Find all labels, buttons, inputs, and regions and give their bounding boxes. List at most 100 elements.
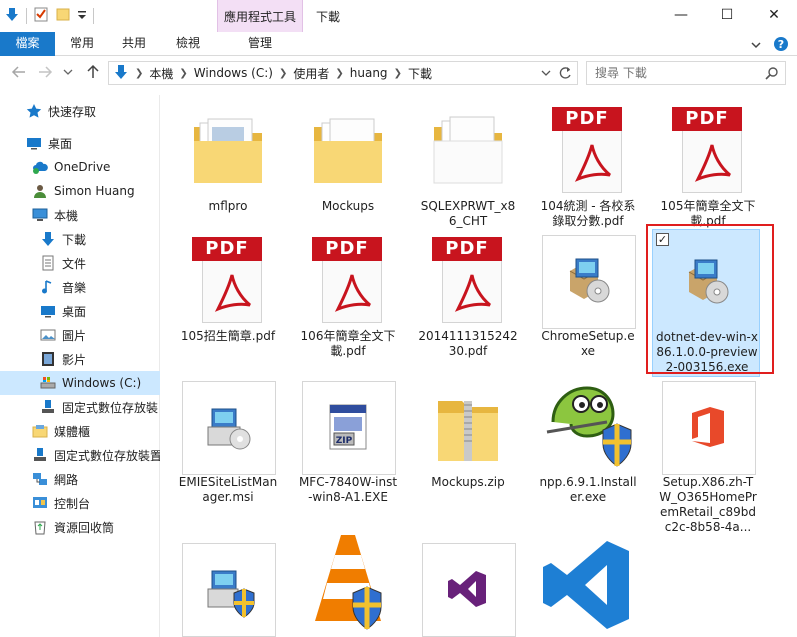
zip-exe-icon: ZIP <box>302 381 394 473</box>
file-item-mfc-exe[interactable]: ZIP MFC-7840W-inst-win8-A1.EXE <box>296 375 400 523</box>
sidebar-item-windows-c[interactable]: Windows (C:) <box>0 371 160 395</box>
file-name: SQLEXPRWT_x86_CHT <box>420 199 516 228</box>
sidebar-item-videos[interactable]: 影片 <box>0 347 160 371</box>
breadcrumb-windows-c[interactable]: Windows (C:) <box>194 66 273 80</box>
quick-access-toolbar <box>4 6 94 25</box>
file-item-msi-shield[interactable] <box>176 537 280 637</box>
forward-button[interactable] <box>36 64 54 82</box>
sidebar-item-recycle-bin[interactable]: 資源回收筒 <box>0 515 160 539</box>
tab-file[interactable]: 檔案 <box>0 32 55 56</box>
sidebar-item-network[interactable]: 網路 <box>0 467 160 491</box>
breadcrumb-this-pc[interactable]: 本機 <box>149 65 173 82</box>
picture-icon <box>40 327 56 343</box>
new-folder-icon[interactable] <box>55 6 71 25</box>
close-button[interactable]: ✕ <box>751 0 797 30</box>
tab-home[interactable]: 常用 <box>58 32 106 56</box>
up-button[interactable] <box>84 64 102 82</box>
search-box[interactable] <box>586 61 786 85</box>
recent-locations-button[interactable] <box>62 64 74 82</box>
sidebar-item-desktop[interactable]: 桌面 <box>0 299 160 323</box>
customize-toolbar-icon[interactable] <box>77 6 87 25</box>
tab-share[interactable]: 共用 <box>110 32 158 56</box>
contextual-tab-group-title: 應用程式工具 <box>223 10 296 24</box>
sidebar-item-documents[interactable]: 文件 <box>0 251 160 275</box>
sidebar-item-label: Simon Huang <box>54 184 135 198</box>
address-bar[interactable]: ❯ 本機 ❯ Windows (C:) ❯ 使用者 ❯ huang ❯ 下載 <box>108 61 578 85</box>
sidebar-item-quick-access[interactable]: 快速存取 <box>0 99 160 123</box>
file-item-pdf-105-brochure[interactable]: PDF 105招生簡章.pdf <box>176 229 280 377</box>
file-name: 105年簡章全文下載.pdf <box>660 199 756 228</box>
file-item-vlc[interactable] <box>296 535 400 637</box>
down-arrow-icon[interactable] <box>4 6 20 25</box>
file-name: MFC-7840W-inst-win8-A1.EXE <box>298 475 398 504</box>
file-item-pdf-2014[interactable]: PDF 2014111315242 30.pdf <box>416 229 520 377</box>
minimize-button[interactable]: — <box>658 0 704 30</box>
sidebar-item-label: 圖片 <box>62 328 87 343</box>
file-item-office-setup[interactable]: Setup.X86.zh-TW_O365HomePremRetail_c89bd… <box>656 375 760 534</box>
breadcrumb-downloads[interactable]: 下載 <box>408 65 432 82</box>
sidebar-item-onedrive[interactable]: OneDrive <box>0 155 160 179</box>
tab-view[interactable]: 檢視 <box>164 32 212 56</box>
sidebar-item-control-panel[interactable]: 控制台 <box>0 491 160 515</box>
file-name: ChromeSetup.exe <box>541 329 635 358</box>
expand-ribbon-icon[interactable] <box>751 39 761 53</box>
ribbon-tab-bar: 檔案 常用 共用 檢視 管理 ? <box>0 32 797 56</box>
chevron-right-icon[interactable]: ❯ <box>135 68 143 79</box>
back-button[interactable] <box>10 64 28 82</box>
sidebar-item-label: OneDrive <box>54 160 111 174</box>
sidebar-item-this-pc[interactable]: 本機 <box>0 203 160 227</box>
file-item-pdf-105-full[interactable]: PDF 105年簡章全文下載.pdf <box>656 99 760 247</box>
office-icon <box>662 381 754 473</box>
file-item-chromesetup[interactable]: ChromeSetup.exe <box>536 229 640 377</box>
breadcrumb-users[interactable]: 使用者 <box>293 65 329 82</box>
chevron-right-icon[interactable]: ❯ <box>279 68 287 79</box>
breadcrumb-huang[interactable]: huang <box>350 66 388 80</box>
file-item-pdf-106-full[interactable]: PDF 106年簡章全文下載.pdf <box>296 229 400 377</box>
visual-studio-icon <box>422 543 514 635</box>
back-arrow-icon <box>11 66 25 78</box>
file-item-pdf-104[interactable]: PDF 104統測 - 各校系錄取分數.pdf <box>536 99 640 247</box>
file-item-emie-msi[interactable]: EMIESiteListManager.msi <box>176 375 280 523</box>
ribbon-right-controls: ? <box>751 36 789 55</box>
refresh-icon[interactable] <box>557 65 573 84</box>
sidebar-item-label: 資源回收筒 <box>54 520 115 535</box>
chevron-right-icon[interactable]: ❯ <box>179 68 187 79</box>
search-icon[interactable] <box>765 66 779 83</box>
installer-icon <box>542 235 634 327</box>
cloud-icon <box>32 159 48 175</box>
file-name: 104統測 - 各校系錄取分數.pdf <box>540 199 636 228</box>
file-name: Mockups.zip <box>431 475 505 489</box>
sidebar-item-music[interactable]: 音樂 <box>0 275 160 299</box>
chevron-right-icon[interactable]: ❯ <box>335 68 343 79</box>
properties-icon[interactable] <box>33 6 49 25</box>
help-icon[interactable]: ? <box>773 36 789 55</box>
chevron-right-icon[interactable]: ❯ <box>394 68 402 79</box>
sidebar-item-media-device-2[interactable]: 固定式數位存放裝置 <box>0 443 160 467</box>
file-item-visual-studio[interactable] <box>416 537 520 637</box>
file-item-npp-installer[interactable]: npp.6.9.1.Installer.exe <box>536 375 640 523</box>
file-item-mflpro[interactable]: mflpro <box>176 99 280 247</box>
maximize-button[interactable]: ☐ <box>704 0 750 30</box>
sidebar-item-media-device-1[interactable]: 固定式數位存放裝 <box>0 395 160 419</box>
file-item-dotnet-installer[interactable]: ✓ dotnet-dev-win-x86.1.0.0-preview2-0031… <box>652 229 760 377</box>
file-item-vscode[interactable] <box>536 537 640 637</box>
search-input[interactable] <box>595 62 765 84</box>
folder-icon <box>182 105 274 197</box>
file-item-mockups-folder[interactable]: Mockups <box>296 99 400 247</box>
sidebar-item-label: 本機 <box>54 208 79 223</box>
sidebar-item-desktop-root[interactable]: 桌面 <box>0 131 160 155</box>
tab-manage[interactable]: 管理 <box>218 32 302 56</box>
sidebar-item-pictures[interactable]: 圖片 <box>0 323 160 347</box>
file-item-sqlexpr-folder[interactable]: SQLEXPRWT_x86_CHT <box>416 99 520 247</box>
file-item-mockups-zip[interactable]: Mockups.zip <box>416 375 520 523</box>
sidebar-item-libraries[interactable]: 媒體櫃 <box>0 419 160 443</box>
address-dropdown-button[interactable] <box>541 66 551 83</box>
navigation-bar: ❯ 本機 ❯ Windows (C:) ❯ 使用者 ❯ huang ❯ 下載 <box>0 57 797 89</box>
notepad-plus-plus-icon <box>542 381 634 473</box>
sidebar-item-user[interactable]: Simon Huang <box>0 179 160 203</box>
chevron-down-icon <box>63 69 73 75</box>
sidebar-item-label: Windows (C:) <box>62 376 142 390</box>
file-name: 105招生簡章.pdf <box>180 329 276 343</box>
sidebar-item-label: 影片 <box>62 352 87 367</box>
sidebar-item-downloads[interactable]: 下載 <box>0 227 160 251</box>
